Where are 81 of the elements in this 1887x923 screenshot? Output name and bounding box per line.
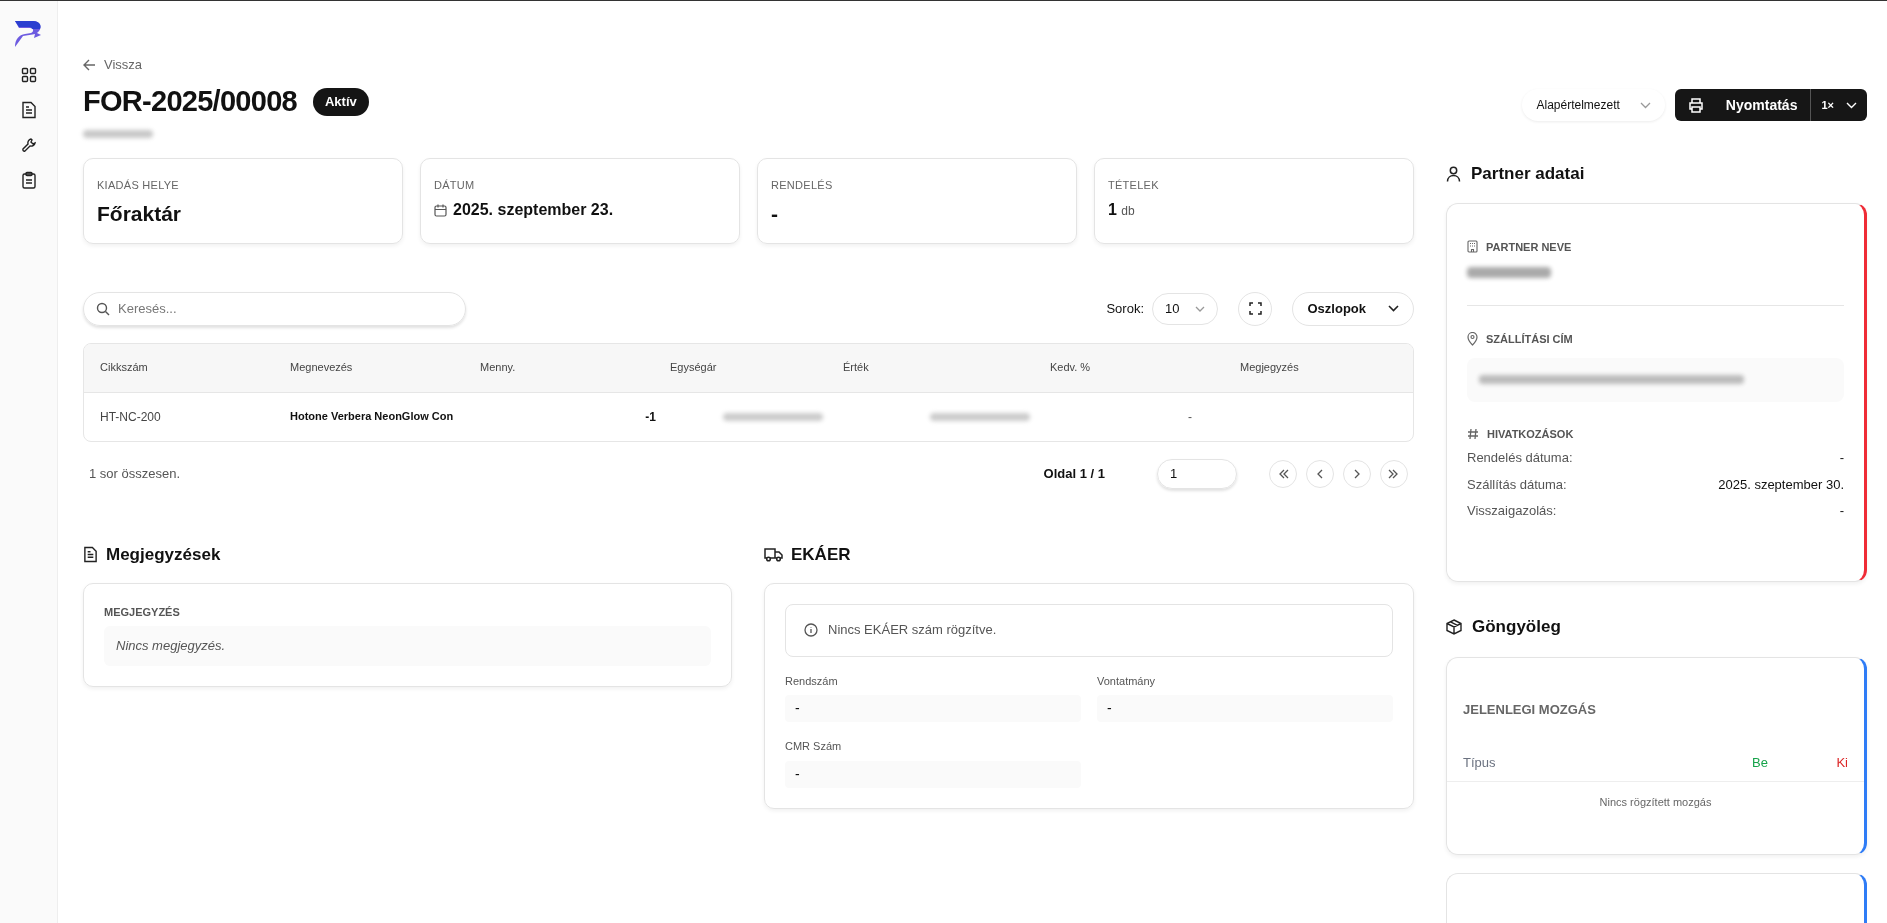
column-header: Cikkszám: [100, 360, 149, 376]
chevron-down-icon: [1388, 305, 1399, 312]
reference-label: Visszaigazolás:: [1467, 502, 1557, 520]
empty-text: Nincs rögzített mozgás: [1599, 794, 1712, 810]
dashboard-icon[interactable]: [20, 67, 37, 83]
copies-select[interactable]: 1×: [1811, 89, 1867, 121]
column-header: Érték: [843, 360, 870, 376]
row-count: 1 sor összesen.: [89, 464, 181, 483]
column-header: Ki: [1836, 754, 1848, 772]
column-header: Típus: [1463, 754, 1496, 772]
card-label: KIADÁS HELYE: [97, 177, 180, 193]
reference-label: Rendelés dátuma:: [1467, 449, 1573, 467]
page-input[interactable]: 1: [1157, 458, 1237, 489]
info-icon: [804, 623, 818, 637]
section-title: EKÁER: [791, 543, 851, 566]
field-value: -: [785, 760, 1081, 788]
table-cell-text: Hotone Verbera NeonGlow Con: [290, 409, 455, 425]
table-cell-text: -1: [645, 408, 657, 426]
arrow-left-icon: [83, 59, 96, 71]
hash-icon: [1467, 427, 1479, 440]
fullscreen-icon: [1249, 302, 1262, 315]
field-label: CMR Szám: [785, 739, 843, 754]
chevron-down-icon: [1639, 101, 1651, 109]
printer-icon: [1687, 97, 1704, 113]
location-pin-icon: [1467, 332, 1478, 347]
rows-label: Sorok:: [1106, 299, 1144, 318]
field-label: MEGJEGYZÉS: [104, 604, 181, 620]
calendar-icon: [434, 203, 447, 217]
field-label: SZÁLLÍTÁSI CÍM: [1486, 332, 1573, 347]
section-title: Göngyöleg: [1472, 615, 1561, 638]
field-value: -: [1097, 695, 1393, 722]
reference-value: -: [1839, 502, 1844, 520]
reference-label: Szállítás dátuma:: [1467, 475, 1567, 494]
column-header: Menny.: [480, 360, 517, 376]
column-header: Kedv. %: [1050, 360, 1092, 376]
search-icon: [96, 301, 110, 316]
status-badge: Aktív: [312, 88, 369, 116]
clipboard-icon[interactable]: [20, 171, 37, 189]
chevron-icon: [1277, 467, 1289, 480]
blurred-subtitle: [83, 129, 153, 138]
card-value: 1 db: [1108, 200, 1135, 220]
field-label: Vontatmány: [1097, 673, 1157, 689]
table-cell-text: HT-NC-200: [100, 408, 162, 426]
back-link[interactable]: Vissza: [83, 54, 369, 76]
building-icon: [1467, 240, 1478, 254]
chevron-icon: [1388, 467, 1400, 480]
column-header: Megjegyzés: [1240, 360, 1300, 376]
user-icon: [1446, 165, 1461, 182]
page-label: Oldal 1 / 1: [1043, 464, 1105, 483]
column-header: Egységár: [670, 360, 718, 376]
card-label: DÁTUM: [434, 177, 476, 193]
field-value: -: [785, 695, 1081, 722]
field-label: PARTNER NEVE: [1486, 239, 1572, 255]
card-value: Főraktár: [97, 201, 182, 227]
column-header: Be: [1752, 754, 1768, 772]
print-button[interactable]: Nyomtatás: [1674, 89, 1812, 121]
column-header: Megnevezés: [290, 360, 354, 376]
template-select[interactable]: Alapértelmezett: [1522, 89, 1665, 121]
page-title: FOR-2025/00008: [83, 84, 297, 119]
card-value: -: [771, 201, 778, 227]
wrench-icon[interactable]: [20, 137, 37, 153]
card-label: TÉTELEK: [1108, 177, 1160, 193]
search-field[interactable]: Keresés...: [83, 291, 466, 326]
card-label: RENDELÉS: [771, 177, 834, 193]
reference-value: -: [1839, 449, 1844, 467]
chevron-down-icon: [1846, 101, 1857, 109]
empty-note: Nincs megjegyzés.: [104, 626, 711, 666]
card-value: 2025. szeptember 23.: [453, 200, 614, 220]
section-title: Partner adatai: [1471, 162, 1585, 185]
section-label: JELENLEGI MOZGÁS: [1462, 700, 1597, 719]
reference-value: 2025. szeptember 30.: [1718, 475, 1844, 494]
section-title: Megjegyzések: [106, 543, 221, 566]
field-label: Rendszám: [785, 673, 839, 689]
document-icon[interactable]: [20, 101, 37, 119]
box-icon: [1446, 618, 1462, 635]
info-text: Nincs EKÁER szám rögzítve.: [828, 621, 997, 640]
chevron-down-icon: [1195, 305, 1206, 312]
document-icon: [83, 546, 98, 563]
table-cell-text: -: [1188, 408, 1193, 426]
field-label: HIVATKOZÁSOK: [1487, 426, 1574, 442]
truck-icon: [764, 547, 783, 562]
